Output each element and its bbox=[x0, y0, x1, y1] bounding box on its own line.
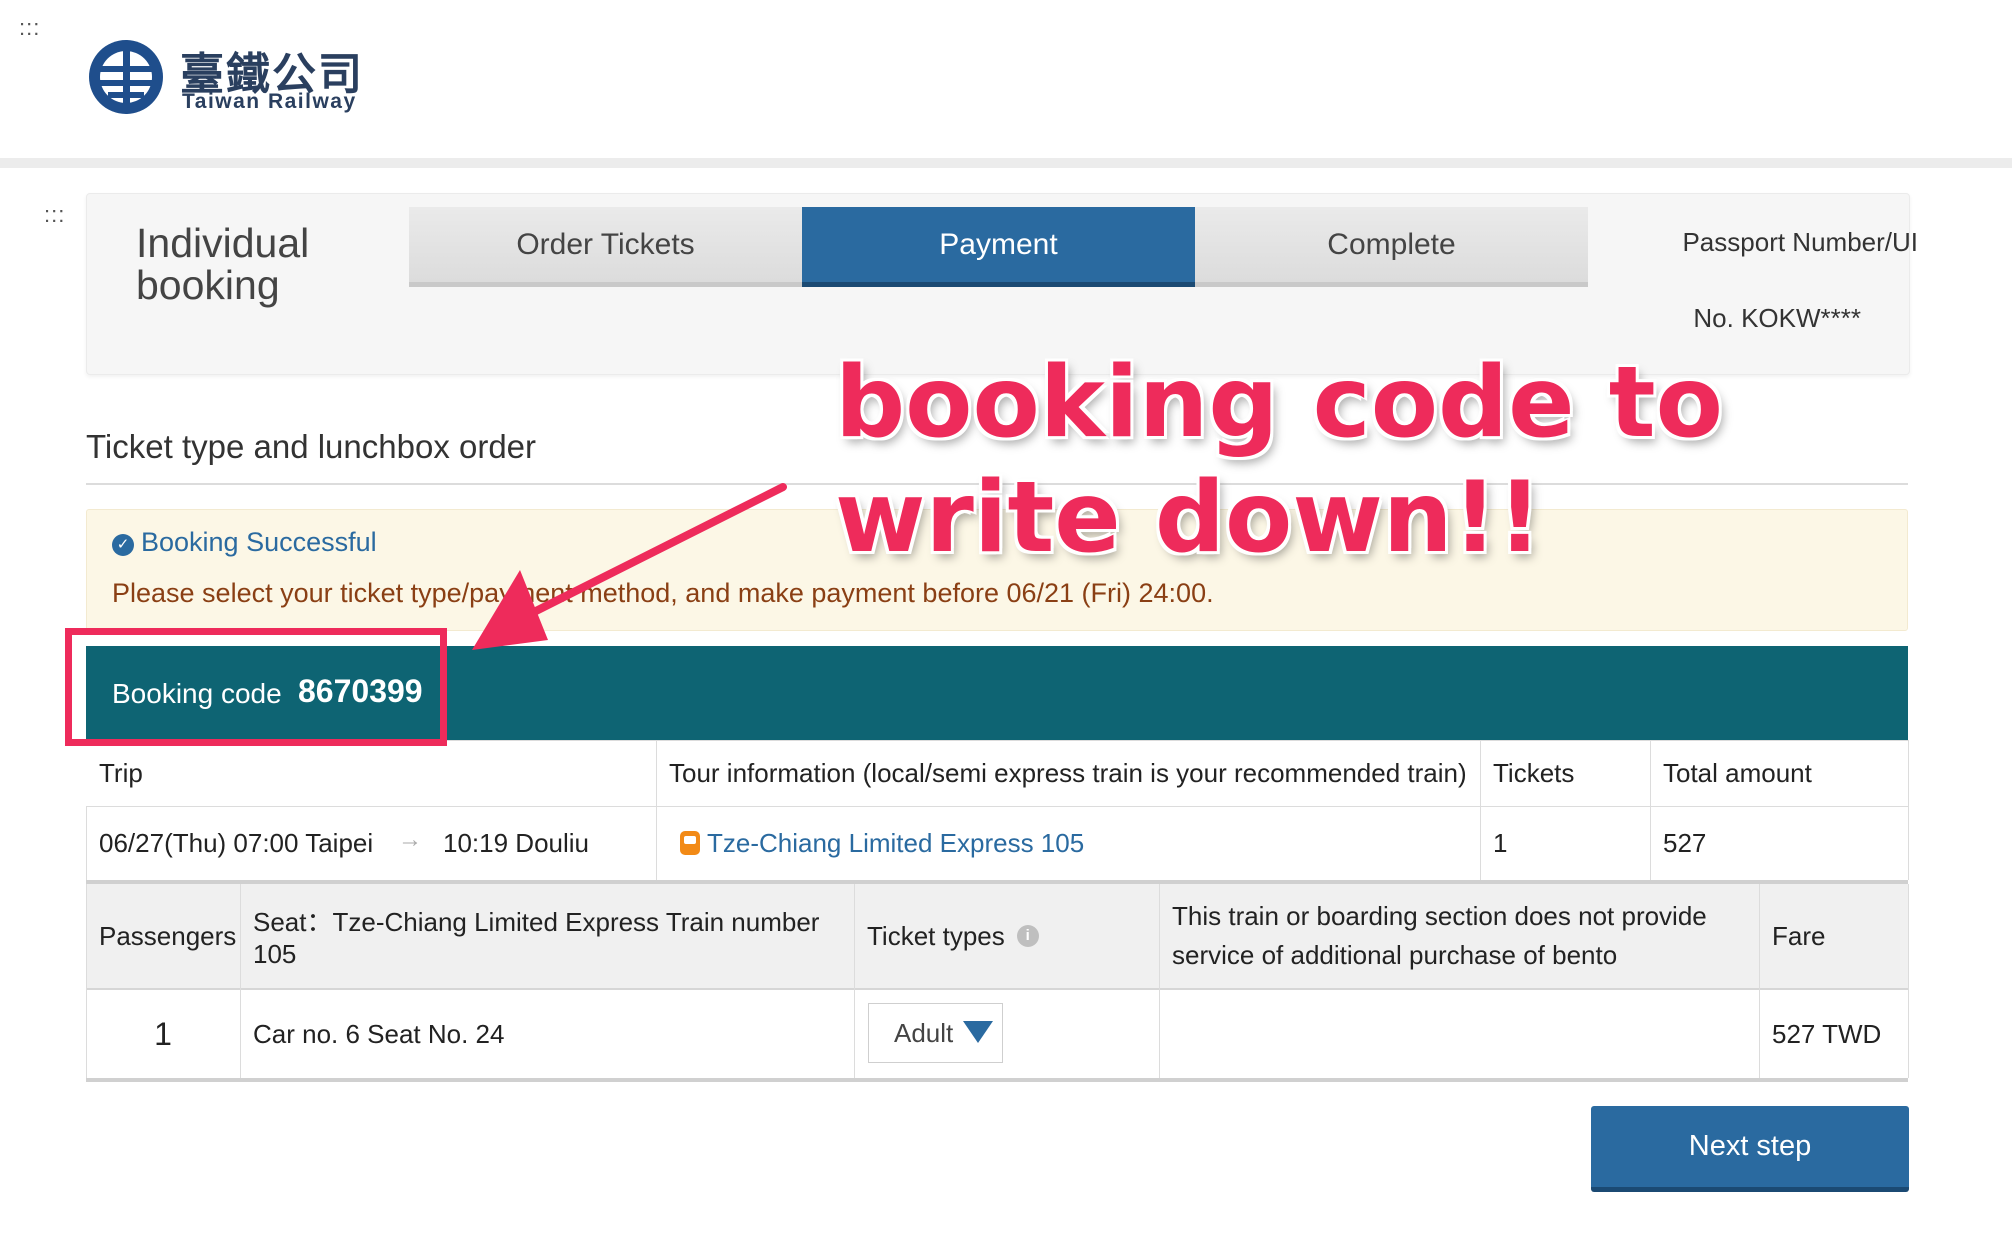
trip-table-col-border bbox=[1650, 740, 1651, 880]
ticket-types-label: Ticket types bbox=[867, 920, 1005, 951]
bento-cell bbox=[1159, 990, 1759, 1078]
passenger-table-col-border bbox=[854, 884, 855, 1078]
tickets-count: 1 bbox=[1493, 827, 1508, 858]
header-bento-notice: This train or boarding section does not … bbox=[1172, 901, 1707, 970]
step-payment[interactable]: Payment bbox=[802, 207, 1195, 287]
taiwan-railway-logo[interactable] bbox=[86, 36, 166, 123]
seat-info: Car no. 6 Seat No. 24 bbox=[253, 1018, 505, 1049]
annotation-label: booking code to write down!! bbox=[835, 346, 1723, 575]
check-circle-icon: ✓ bbox=[112, 534, 134, 556]
logo-english-name: Taiwan Railway bbox=[182, 90, 357, 113]
train-link[interactable]: Tze-Chiang Limited Express 105 bbox=[667, 806, 1480, 880]
panel-drag-grip-icon[interactable]: ::: bbox=[44, 204, 65, 226]
header-trip: Trip bbox=[99, 757, 143, 788]
trip-table-right-border bbox=[1908, 740, 1909, 880]
header-seat: Seat：Tze-Chiang Limited Express Train nu… bbox=[253, 907, 820, 969]
annotation-highlight-box bbox=[65, 628, 447, 746]
passport-number: No. KOKW**** bbox=[1693, 303, 1861, 333]
next-step-button[interactable]: Next step bbox=[1591, 1106, 1909, 1192]
drag-grip-icon[interactable]: ::: bbox=[19, 17, 40, 39]
header-passengers: Passengers bbox=[99, 920, 237, 951]
trip-departure: 06/27(Thu) 07:00 Taipei bbox=[99, 827, 374, 858]
fare-value: 527 TWD bbox=[1772, 1018, 1882, 1049]
passenger-table-right-border bbox=[1908, 884, 1909, 1078]
train-name[interactable]: Tze-Chiang Limited Express 105 bbox=[707, 828, 1084, 859]
train-icon bbox=[680, 831, 700, 855]
dropdown-triangle-icon[interactable] bbox=[963, 1021, 993, 1043]
notice-title: Booking Successful bbox=[141, 527, 377, 557]
passport-label: Passport Number/UI bbox=[1682, 227, 1918, 257]
trip-table-left-border bbox=[86, 806, 87, 880]
trip-table-col-border bbox=[656, 740, 657, 880]
trip-arrow-icon: → bbox=[398, 826, 422, 853]
info-icon[interactable]: i bbox=[1016, 925, 1039, 947]
trip-table-col-border bbox=[1480, 740, 1481, 880]
step-order-tickets[interactable]: Order Tickets bbox=[409, 207, 802, 287]
trip-arrival: 10:19 Douliu bbox=[443, 827, 589, 858]
notice-message: Please select your ticket type/payment m… bbox=[112, 578, 1214, 608]
header-tour-info: Tour information (local/semi express tra… bbox=[669, 757, 1467, 788]
passenger-table-col-border bbox=[1159, 884, 1160, 1078]
passenger-table-left-border bbox=[86, 884, 87, 1078]
passenger-table-col-border bbox=[240, 884, 241, 1078]
booking-type-title: Individual booking bbox=[136, 220, 310, 308]
passenger-table-bottom-border bbox=[86, 1078, 1908, 1082]
header-divider bbox=[0, 158, 2012, 168]
logo-emblem-icon bbox=[89, 40, 163, 114]
header-fare: Fare bbox=[1772, 920, 1826, 951]
header-total-amount: Total amount bbox=[1663, 757, 1812, 788]
passenger-number: 1 bbox=[154, 1015, 172, 1052]
header-ticket-types: Ticket types i bbox=[854, 884, 1159, 988]
section-title: Ticket type and lunchbox order bbox=[86, 428, 537, 465]
total-amount: 527 bbox=[1663, 827, 1707, 858]
ticket-type-value[interactable]: Adult bbox=[894, 1018, 953, 1049]
annotation-text: booking code to write down!! bbox=[835, 346, 1735, 576]
header-tickets: Tickets bbox=[1493, 757, 1575, 788]
step-complete[interactable]: Complete bbox=[1195, 207, 1588, 287]
passenger-table-col-border bbox=[1759, 884, 1760, 1078]
